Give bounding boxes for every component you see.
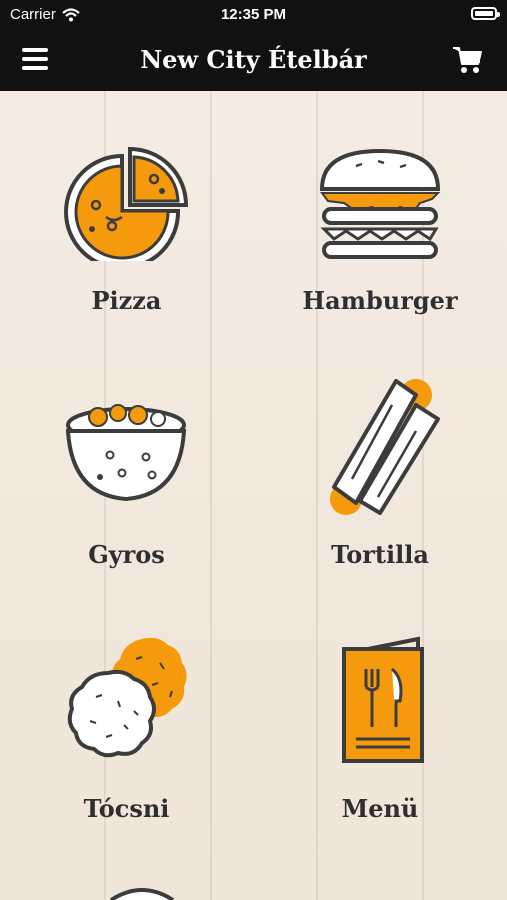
partial-category-icon [109, 888, 175, 900]
category-label: Gyros [88, 540, 165, 569]
status-time: 12:35 PM [220, 6, 287, 23]
category-label: Hamburger [302, 286, 458, 315]
shopping-cart-icon [453, 47, 482, 73]
category-pizza[interactable]: Pizza [0, 91, 253, 345]
category-hamburger[interactable]: Hamburger [253, 91, 507, 345]
category-label: Tócsni [83, 794, 170, 823]
category-label: Pizza [91, 286, 162, 315]
category-grid: Pizza Hamburger Gyros Tortilla Tócsni Me… [0, 91, 507, 853]
category-tortilla[interactable]: Tortilla [253, 345, 507, 599]
gyros-icon [65, 404, 187, 502]
category-label: Menü [341, 794, 419, 823]
category-menu[interactable]: Menü [253, 599, 507, 853]
cart-button[interactable] [451, 44, 485, 76]
nav-bar: New City Ételbár [0, 30, 507, 91]
tortilla-icon [330, 379, 440, 515]
battery-icon [471, 7, 500, 20]
category-content: Pizza Hamburger Gyros Tortilla Tócsni Me… [0, 91, 507, 900]
page-title: New City Ételbár [140, 45, 367, 74]
menu-book-icon [342, 636, 424, 763]
hamburger-icon [319, 148, 441, 259]
tocsni-icon [67, 637, 187, 758]
category-gyros[interactable]: Gyros [0, 345, 253, 599]
pizza-icon [64, 146, 189, 261]
category-tocsni[interactable]: Tócsni [0, 599, 253, 853]
category-label: Tortilla [331, 540, 429, 569]
status-bar: Carrier 12:35 PM [0, 0, 507, 30]
